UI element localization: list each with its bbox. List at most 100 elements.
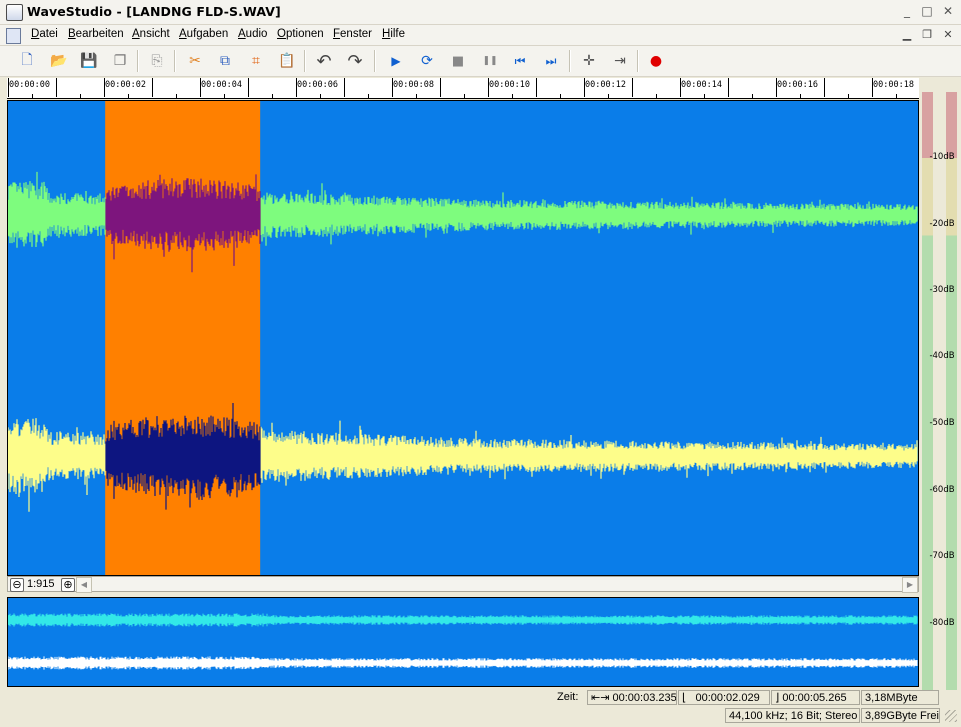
zoom-out-button[interactable]: ⊖ [10,578,24,592]
ruler-tick [536,78,537,97]
cut-button[interactable]: ✂ [184,50,206,72]
menu-bearbeiten[interactable]: Bearbeiten [68,28,124,40]
ruler-tick [848,94,849,98]
toolbar-separator [374,50,376,72]
resize-grip[interactable] [945,710,957,722]
ruler-tick [800,94,801,98]
mdi-restore-button[interactable]: ❐ [918,29,936,42]
selection-start-time: ⌊ 00:00:02.029 [678,690,770,705]
ruler-label: 00:00:12 [585,80,626,90]
ruler-label: 00:00:02 [105,80,146,90]
ruler-label: 00:00:00 [9,80,50,90]
paste-mix-button[interactable]: ⎘ [146,50,168,72]
level-meter: -10dB -20dB -30dB -40dB -50dB -60dB -70d… [919,92,961,692]
new-file-button[interactable]: 🗋 [16,50,38,72]
db-label: -30dB [929,285,955,295]
close-button[interactable]: ✕ [939,4,957,19]
skip-end-icon: ⏭ [545,53,557,68]
toolbar-separator [174,50,176,72]
copy-icon: ⧉ [220,53,230,69]
db-label: -40dB [929,351,955,361]
zoom-in-button[interactable]: ⊕ [61,578,75,592]
ruler-tick [608,94,609,98]
db-label: -80dB [929,618,955,628]
save-all-icon: ❐ [113,53,127,69]
play-button[interactable]: ▶ [385,50,407,72]
ruler-label: 00:00:04 [201,80,242,90]
toolbar: 🗋 📂 💾 ❐ ⎘ ✂ ⧉ ⌗ 📋 ↶ ↷ ▶ ⟳ ■ ❚❚ ⏮ ⏭ ✛ ⇥ ● [0,46,961,77]
menu-optionen[interactable]: Optionen [277,28,324,40]
toolbar-separator [569,50,571,72]
free-disk-space: 3,89GByte Frei [861,708,940,723]
horizontal-scrollbar[interactable]: ⊖ 1:915 ⊕ ◀ ▶ [7,576,919,593]
play-loop-button[interactable]: ⟳ [416,50,438,72]
waveform-view[interactable] [7,100,919,576]
ruler-tick [368,94,369,98]
ruler-label: 00:00:10 [489,80,530,90]
paste-button[interactable]: 📋 [276,50,298,72]
ruler-tick [632,78,633,97]
menu-datei[interactable]: Datei [31,28,58,40]
waveform-canvas [8,101,918,575]
mdi-minimize-button[interactable]: ▁ [898,29,916,42]
ruler-tick [464,94,465,98]
document-icon[interactable] [6,28,21,44]
redo-icon: ↷ [347,50,363,72]
ruler-tick [824,78,825,97]
crop-button[interactable]: ⌗ [245,50,267,72]
insert-marker-button[interactable]: ✛ [578,50,600,72]
ruler-tick [656,94,657,98]
db-label: -60dB [929,485,955,495]
save-all-button[interactable]: ❐ [109,50,131,72]
ruler-tick [440,78,441,97]
overview-waveform[interactable] [7,597,919,687]
title-bar: WaveStudio - [LANDNG FLD-S.WAV] _ □ ✕ [0,0,961,25]
db-label: -70dB [929,551,955,561]
open-button[interactable]: 📂 [48,50,70,72]
copy-button[interactable]: ⧉ [214,50,236,72]
minimize-button[interactable]: _ [898,4,916,19]
skip-start-button[interactable]: ⏮ [509,50,531,72]
skip-end-button[interactable]: ⏭ [540,50,562,72]
save-icon: 💾 [80,53,98,69]
save-button[interactable]: 💾 [78,50,100,72]
menu-fenster[interactable]: Fenster [333,28,372,40]
record-icon: ● [649,53,663,69]
menu-hilfe[interactable]: Hilfe [382,28,405,40]
time-ruler[interactable]: 00:00:00 00:00:02 00:00:04 00:00:06 00:00:08… [7,78,919,99]
toolbar-separator [637,50,639,72]
ruler-label: 00:00:18 [873,80,914,90]
selection-region[interactable] [105,101,261,575]
ruler-tick [704,94,705,98]
scroll-right-arrow[interactable]: ▶ [902,577,918,593]
ruler-tick [272,94,273,98]
menu-ansicht[interactable]: Ansicht [132,28,170,40]
ruler-tick [128,94,129,98]
ruler-tick [320,94,321,98]
selection-start-icon: ⌊ [682,692,696,704]
cursor-time: ⇤⇥ 00:00:03.235 [587,690,677,705]
ruler-tick [416,94,417,98]
stop-button[interactable]: ■ [447,50,469,72]
crop-icon: ⌗ [252,53,260,69]
scroll-left-arrow[interactable]: ◀ [76,577,92,593]
redo-button[interactable]: ↷ [344,50,366,72]
goto-marker-button[interactable]: ⇥ [609,50,631,72]
maximize-button[interactable]: □ [918,4,936,19]
menu-aufgaben[interactable]: Aufgaben [179,28,228,40]
open-folder-icon: 📂 [50,53,68,69]
new-file-icon: 🗋 [21,52,33,68]
selection-end-time: ⌋ 00:00:05.265 [771,690,860,705]
menu-audio[interactable]: Audio [238,28,267,40]
ruler-tick [176,94,177,98]
window-title: WaveStudio - [LANDNG FLD-S.WAV] [27,4,281,19]
ruler-tick [32,94,33,98]
ruler-tick [512,94,513,98]
wavestudio-app-icon[interactable] [6,4,23,21]
mdi-close-button[interactable]: ✕ [939,29,957,42]
ruler-label: 00:00:16 [777,80,818,90]
pause-button[interactable]: ❚❚ [479,50,501,72]
level-meter-right [946,92,957,690]
record-button[interactable]: ● [645,50,667,72]
undo-button[interactable]: ↶ [313,50,335,72]
